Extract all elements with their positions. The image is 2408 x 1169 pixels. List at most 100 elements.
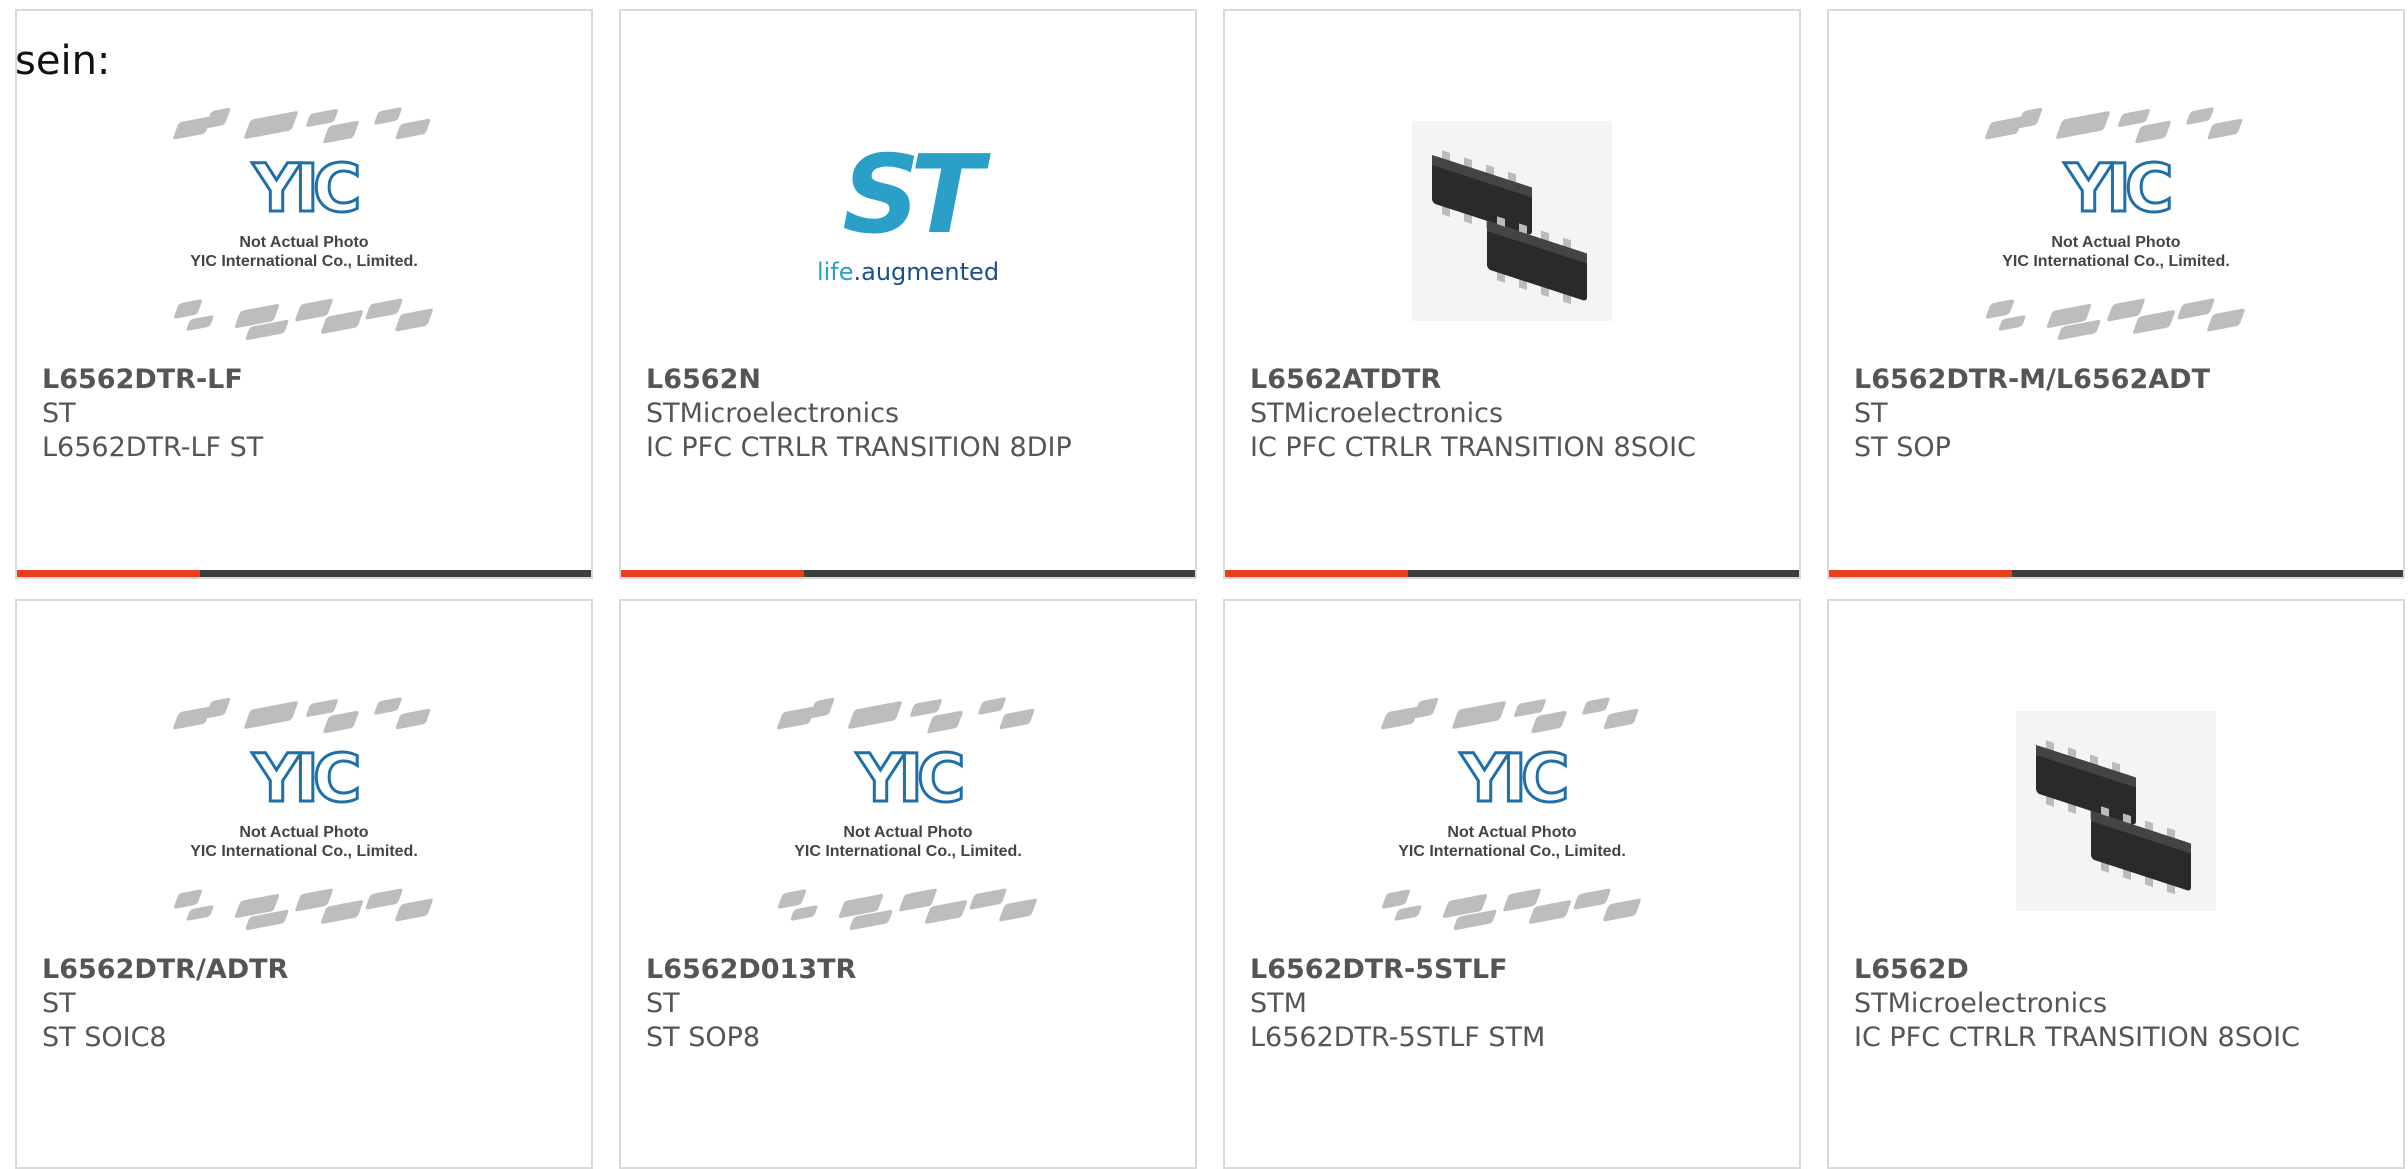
product-card[interactable]: YIC Not Actual Photo YIC International Co.… <box>15 9 593 579</box>
product-image[interactable]: YIC Not Actual Photo YIC International Co.… <box>621 681 1195 941</box>
product-card[interactable]: YIC Not Actual Photo YIC International Co.… <box>1827 9 2405 579</box>
intro-text: sein: <box>15 38 111 84</box>
ic-package-icon <box>2016 107 2044 129</box>
product-card[interactable]: YIC Not Actual Photo YIC International Co.… <box>1223 599 1801 1169</box>
part-number-link[interactable]: L6562ATDTR <box>1250 363 1779 397</box>
ic-package-icon <box>2134 120 2172 144</box>
manufacturer-name: ST <box>646 988 680 1019</box>
card-footer-bar <box>621 570 1195 577</box>
manufacturer-name: ST <box>42 988 76 1019</box>
product-card[interactable]: L6562ATDTR STMicroelectronics IC PFC CTRLR… <box>1223 9 1801 579</box>
ic-package-icon <box>926 710 964 734</box>
not-actual-photo-image: YIC Not Actual Photo YIC International Co.… <box>169 101 439 341</box>
ic-package-icon <box>998 708 1036 730</box>
product-image[interactable] <box>1225 91 1799 351</box>
part-number-link[interactable]: L6562D <box>1854 953 2383 987</box>
manufacturer-name: ST <box>42 398 76 429</box>
card-footer-bar <box>17 570 591 577</box>
ic-package-icon <box>322 120 360 144</box>
product-card[interactable]: L6562D STMicroelectronics IC PFC CTRLR TRA… <box>1827 599 2405 1169</box>
manufacturer-name: STM <box>1250 988 1307 1019</box>
yic-logo: YIC <box>1459 740 1571 817</box>
part-number-link[interactable]: L6562D013TR <box>646 953 1175 987</box>
ic-package-icon <box>173 298 203 320</box>
ic-package-icon <box>2055 110 2111 140</box>
soic-chip-photo <box>1412 121 1612 321</box>
ic-package-icon <box>789 904 819 922</box>
card-footer-accent <box>17 570 200 577</box>
product-info: L6562D STMicroelectronics IC PFC CTRLR TRA… <box>1854 953 2383 1055</box>
part-number-link[interactable]: L6562DTR-M/L6562ADT <box>1854 363 2383 397</box>
manufacturer-name: STMicroelectronics <box>1250 398 1504 429</box>
ic-package-icon <box>847 700 903 730</box>
not-actual-photo-image: YIC Not Actual Photo YIC International Co.… <box>169 691 439 931</box>
not-actual-photo-image: YIC Not Actual Photo YIC International Co.… <box>773 691 1043 931</box>
ic-package-icon <box>1602 708 1640 730</box>
product-image[interactable]: YIC Not Actual Photo YIC International Co.… <box>17 681 591 941</box>
soic-chip-photo <box>2016 711 2216 911</box>
ic-package-icon <box>1602 898 1642 922</box>
placeholder-caption: Not Actual Photo YIC International Co., L… <box>794 824 1022 860</box>
yic-logo: YIC <box>855 740 967 817</box>
part-number-link[interactable]: L6562DTR-LF <box>42 363 571 397</box>
product-image[interactable]: YIC Not Actual Photo YIC International Co.… <box>1829 91 2403 351</box>
product-card[interactable]: ST life.augmented L6562N STMicroelectronics… <box>619 9 1197 579</box>
product-image[interactable]: YIC Not Actual Photo YIC International Co.… <box>17 91 591 351</box>
ic-package-icon <box>185 904 215 922</box>
ic-package-icon <box>998 898 1038 922</box>
ic-package-icon <box>2185 106 2215 126</box>
card-footer-bar <box>1225 570 1799 577</box>
part-number-link[interactable]: L6562DTR-5STLF <box>1250 953 1779 987</box>
product-image[interactable]: YIC Not Actual Photo YIC International Co.… <box>1225 681 1799 941</box>
product-description: L6562DTR-5STLF STM <box>1250 1022 1546 1053</box>
product-image[interactable]: ST life.augmented <box>621 91 1195 351</box>
product-info: L6562DTR-5STLF STM L6562DTR-5STLF STM <box>1250 953 1779 1055</box>
placeholder-caption: Not Actual Photo YIC International Co., L… <box>2002 234 2230 270</box>
st-logo-mark: ST <box>842 133 983 258</box>
product-description: ST SOP8 <box>646 1022 761 1053</box>
product-description: IC PFC CTRLR TRANSITION 8SOIC <box>1854 1022 2300 1053</box>
product-image[interactable] <box>1829 681 2403 941</box>
part-number-link[interactable]: L6562DTR/ADTR <box>42 953 571 987</box>
placeholder-caption: Not Actual Photo YIC International Co., L… <box>1398 824 1626 860</box>
ic-package-icon <box>2176 298 2216 320</box>
manufacturer-name: STMicroelectronics <box>1854 988 2108 1019</box>
yic-logo: YIC <box>251 740 363 817</box>
yic-logo: YIC <box>251 150 363 227</box>
ic-package-icon <box>1451 700 1507 730</box>
card-footer-accent <box>621 570 804 577</box>
product-info: L6562DTR-M/L6562ADT ST ST SOP <box>1854 363 2383 465</box>
manufacturer-name: ST <box>1854 398 1888 429</box>
ic-package-icon <box>777 888 807 910</box>
ic-package-icon <box>2206 118 2244 140</box>
placeholder-caption: Not Actual Photo YIC International Co., L… <box>190 824 418 860</box>
ic-package-icon <box>243 700 299 730</box>
not-actual-photo-image: YIC Not Actual Photo YIC International Co.… <box>1981 101 2251 341</box>
ic-package-icon <box>394 898 434 922</box>
ic-package-icon <box>204 107 232 129</box>
ic-package-icon <box>394 308 434 332</box>
ic-package-icon <box>1985 298 2015 320</box>
ic-package-icon <box>968 888 1008 910</box>
part-number-link[interactable]: L6562N <box>646 363 1175 397</box>
ic-package-icon <box>1412 697 1440 719</box>
product-info: L6562N STMicroelectronics IC PFC CTRLR TRA… <box>646 363 1175 465</box>
ic-package-icon <box>1530 710 1568 734</box>
product-card[interactable]: YIC Not Actual Photo YIC International Co.… <box>15 599 593 1169</box>
ic-package-icon <box>373 106 403 126</box>
ic-package-icon <box>1997 314 2027 332</box>
ic-package-icon <box>1393 904 1423 922</box>
not-actual-photo-image: YIC Not Actual Photo YIC International Co.… <box>1377 691 1647 931</box>
product-info: L6562ATDTR STMicroelectronics IC PFC CTRLR… <box>1250 363 1779 465</box>
ic-package-icon <box>364 888 404 910</box>
ic-package-icon <box>1572 888 1612 910</box>
ic-package-icon <box>322 710 360 734</box>
st-tagline: life.augmented <box>816 258 1000 286</box>
product-description: ST SOP <box>1854 432 1951 463</box>
placeholder-caption: Not Actual Photo YIC International Co., L… <box>190 234 418 270</box>
ic-package-icon <box>1381 888 1411 910</box>
card-footer-bar <box>1829 570 2403 577</box>
ic-package-icon <box>373 696 403 716</box>
product-description: IC PFC CTRLR TRANSITION 8DIP <box>646 432 1072 463</box>
product-card[interactable]: YIC Not Actual Photo YIC International Co.… <box>619 599 1197 1169</box>
